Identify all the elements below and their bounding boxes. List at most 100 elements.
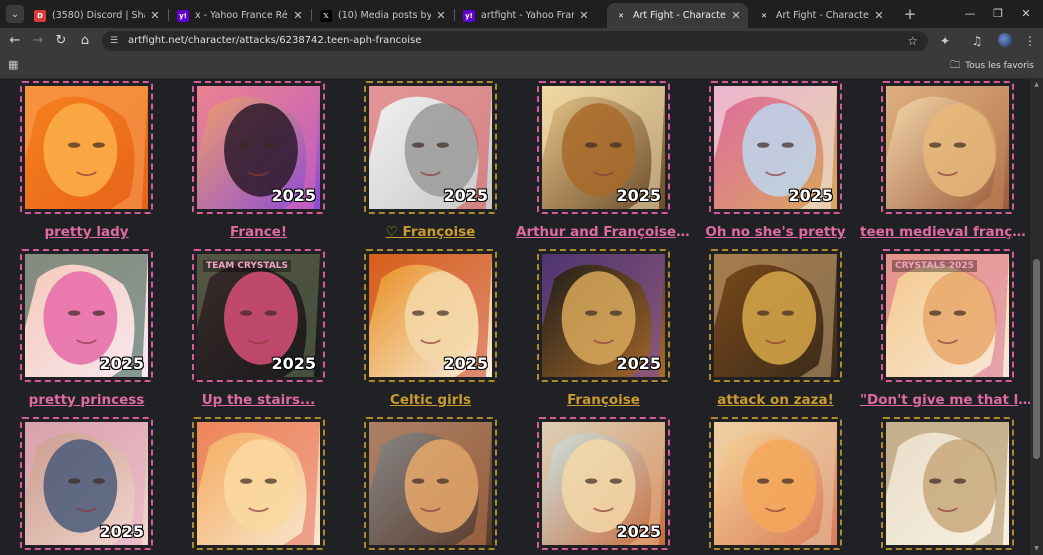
attack-thumbnail[interactable]: 2025	[364, 249, 497, 382]
browser-toolbar: ← → ↻ ⌂ ☰ artfight.net/character/attacks…	[0, 28, 1043, 54]
attack-thumbnail[interactable]: 2025	[364, 81, 497, 214]
browser-tab[interactable]: y! artfight - Yahoo France Résu ✕	[455, 3, 596, 28]
tab-strip: ⌄ D (3580) Discord | Shadow dud ✕ y! x - Yah…	[0, 0, 1043, 28]
attack-title-link[interactable]: ♡ Françoise	[343, 224, 518, 240]
attack-thumbnail[interactable]: 2025 TEAM CRYSTALS	[192, 249, 325, 382]
browser-tab[interactable]: y! x - Yahoo France Résultats d ✕	[169, 3, 310, 28]
tab-close-icon[interactable]: ✕	[578, 9, 590, 22]
year-stamp: 2025	[616, 522, 661, 541]
artwork-image: 2025	[542, 422, 665, 545]
minimize-icon: —	[964, 7, 976, 20]
attack-thumbnail[interactable]: 2025	[20, 249, 153, 382]
tab-title: (10) Media posts by 🌶ulie /	[338, 10, 431, 21]
tab-close-icon[interactable]: ✕	[149, 9, 161, 22]
scrollbar-thumb[interactable]	[1033, 259, 1040, 459]
attack-title-link[interactable]: Arthur and Françoise ❀	[516, 224, 691, 240]
attack-thumbnail[interactable]: 2025	[709, 81, 842, 214]
arrow-right-icon: →	[32, 33, 44, 48]
scroll-up-icon[interactable]: ▲	[1033, 81, 1040, 89]
close-icon: ✕	[1021, 7, 1031, 20]
artwork-image: 2025	[197, 86, 320, 209]
tab-search-button[interactable]: ⌄	[6, 5, 24, 23]
extensions-icon[interactable]: ✦	[937, 33, 953, 49]
artfight-icon: ✕	[758, 9, 770, 22]
attack-thumbnail[interactable]: 2025	[20, 417, 153, 550]
attack-title-link[interactable]: Celtic girls	[343, 392, 518, 408]
attack-title-link[interactable]: teen medieval françoise	[860, 224, 1030, 240]
chevron-down-icon: ⌄	[10, 8, 20, 20]
bookmarks-bar: ▦ 🗀 Tous les favoris	[0, 54, 1043, 79]
tab-close-icon[interactable]: ✕	[292, 9, 304, 22]
attacks-gallery: pretty lady 2025 France! 2025 ♡ Françoise 202…	[0, 79, 1030, 555]
attack-thumbnail[interactable]	[192, 417, 325, 550]
apps-grid-icon[interactable]: ▦	[8, 59, 20, 71]
tab-title: Art Fight - Character : Teen A	[633, 10, 726, 21]
artwork-image	[886, 86, 1009, 209]
artwork-image: 2025	[25, 254, 148, 377]
attack-thumbnail[interactable]: 2025	[192, 81, 325, 214]
team-badge: CRYSTALS 2025	[892, 260, 977, 272]
profile-avatar[interactable]	[998, 33, 1012, 47]
attack-title-link[interactable]: France!	[171, 224, 346, 240]
year-stamp: 2025	[99, 522, 144, 541]
address-bar[interactable]: ☰ artfight.net/character/attacks/6238742…	[102, 31, 928, 51]
close-window-button[interactable]: ✕	[1011, 4, 1041, 24]
artwork-image	[714, 422, 837, 545]
site-info-icon[interactable]: ☰	[110, 35, 122, 47]
restore-icon: ❐	[993, 7, 1003, 20]
maximize-button[interactable]: ❐	[983, 4, 1013, 24]
team-badge: TEAM CRYSTALS	[203, 260, 292, 272]
artwork-image	[369, 422, 492, 545]
back-button[interactable]: ←	[6, 32, 24, 50]
browser-tab[interactable]: 𝕏 (10) Media posts by 🌶ulie / ✕	[312, 3, 453, 28]
attack-thumbnail[interactable]: 2025	[537, 249, 670, 382]
attack-title-link[interactable]: "Don't give me that lo...	[860, 392, 1030, 408]
attack-thumbnail[interactable]	[881, 81, 1014, 214]
tab-close-icon[interactable]: ✕	[435, 9, 447, 22]
attack-thumbnail[interactable]	[20, 81, 153, 214]
bookmark-star-icon[interactable]: ☆	[907, 31, 918, 51]
artwork-image: 2025 TEAM CRYSTALS	[197, 254, 320, 377]
media-controls-icon[interactable]: ♫	[969, 33, 985, 49]
attack-title-link[interactable]: Up the stairs...	[171, 392, 346, 408]
tab-close-icon[interactable]: ✕	[730, 9, 742, 22]
artwork-image: 2025	[542, 86, 665, 209]
browser-tab[interactable]: ✕ Art Fight - Character : Teen A ✕	[607, 3, 748, 28]
tab-close-icon[interactable]: ✕	[873, 9, 885, 22]
attack-thumbnail[interactable]: 2025	[537, 81, 670, 214]
attack-title-link[interactable]: Oh no she's pretty	[688, 224, 863, 240]
artwork-image: 2025	[714, 86, 837, 209]
browser-tab[interactable]: D (3580) Discord | Shadow dud ✕	[26, 3, 167, 28]
browser-tab[interactable]: ✕ Art Fight - Character : Etoily ✕	[750, 3, 891, 28]
attack-title-link[interactable]: Françoise	[516, 392, 691, 408]
attack-thumbnail[interactable]: CRYSTALS 2025	[881, 249, 1014, 382]
artwork-image: 2025	[25, 422, 148, 545]
artwork-image	[197, 422, 320, 545]
attack-title-link[interactable]: pretty lady	[0, 224, 174, 240]
attack-thumbnail[interactable]: 2025	[537, 417, 670, 550]
attack-thumbnail[interactable]	[881, 417, 1014, 550]
year-stamp: 2025	[99, 354, 144, 373]
artfight-icon: ✕	[615, 9, 627, 22]
attack-thumbnail[interactable]	[709, 417, 842, 550]
all-bookmarks-label: Tous les favoris	[965, 61, 1034, 71]
attack-title-link[interactable]: pretty princess	[0, 392, 174, 408]
artwork-image: 2025	[369, 86, 492, 209]
menu-icon[interactable]: ⋮	[1022, 33, 1038, 49]
attack-thumbnail[interactable]	[709, 249, 842, 382]
reload-button[interactable]: ↻	[52, 32, 70, 50]
forward-button[interactable]: →	[29, 32, 47, 50]
minimize-button[interactable]: —	[955, 4, 985, 24]
year-stamp: 2025	[271, 186, 316, 205]
home-button[interactable]: ⌂	[76, 32, 94, 50]
new-tab-button[interactable]: +	[901, 5, 919, 23]
attack-thumbnail[interactable]	[364, 417, 497, 550]
all-bookmarks-button[interactable]: 🗀 Tous les favoris	[950, 54, 1034, 78]
folder-icon: 🗀	[950, 60, 961, 71]
year-stamp: 2025	[443, 354, 488, 373]
tab-title: Art Fight - Character : Etoily	[776, 10, 869, 21]
page-scrollbar[interactable]: ▲ ▼	[1030, 79, 1043, 555]
year-stamp: 2025	[616, 186, 661, 205]
scroll-down-icon[interactable]: ▼	[1033, 545, 1040, 553]
attack-title-link[interactable]: attack on zaza!	[688, 392, 863, 408]
